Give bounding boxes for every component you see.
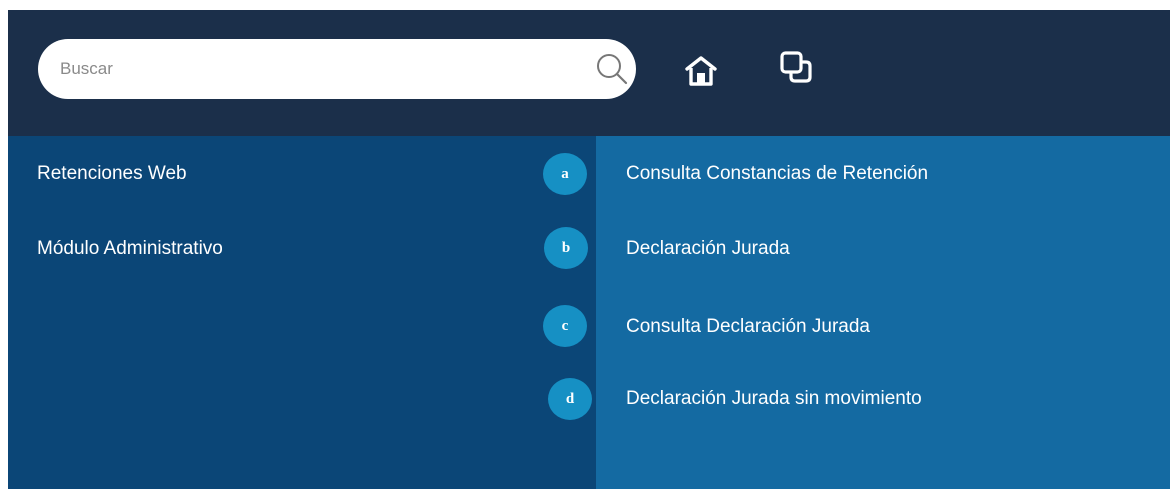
submenu-item-declaracion-jurada[interactable]: Declaración Jurada — [626, 238, 790, 260]
search-icon[interactable] — [594, 51, 630, 87]
submenu-badge-d: d — [548, 378, 592, 420]
menu-item-retenciones-web[interactable]: Retenciones Web — [37, 163, 187, 185]
top-header — [8, 10, 1170, 136]
app-frame: Retenciones Web Módulo Administrativo a … — [8, 10, 1170, 489]
submenu-item-consulta-declaracion-jurada[interactable]: Consulta Declaración Jurada — [626, 316, 870, 338]
window-icon[interactable] — [779, 50, 813, 84]
menu-item-modulo-administrativo[interactable]: Módulo Administrativo — [37, 238, 223, 260]
home-icon[interactable] — [684, 56, 718, 86]
submenu-panel — [596, 136, 1170, 489]
search-box[interactable] — [38, 39, 636, 99]
submenu-badge-b: b — [544, 227, 588, 269]
submenu-badge-c: c — [543, 305, 587, 347]
main-menu-panel — [8, 136, 596, 489]
submenu-item-declaracion-sin-movimiento[interactable]: Declaración Jurada sin movimiento — [626, 388, 922, 410]
submenu-badge-a: a — [543, 153, 587, 195]
submenu-item-consulta-constancias[interactable]: Consulta Constancias de Retención — [626, 163, 928, 185]
search-input[interactable] — [60, 53, 560, 85]
